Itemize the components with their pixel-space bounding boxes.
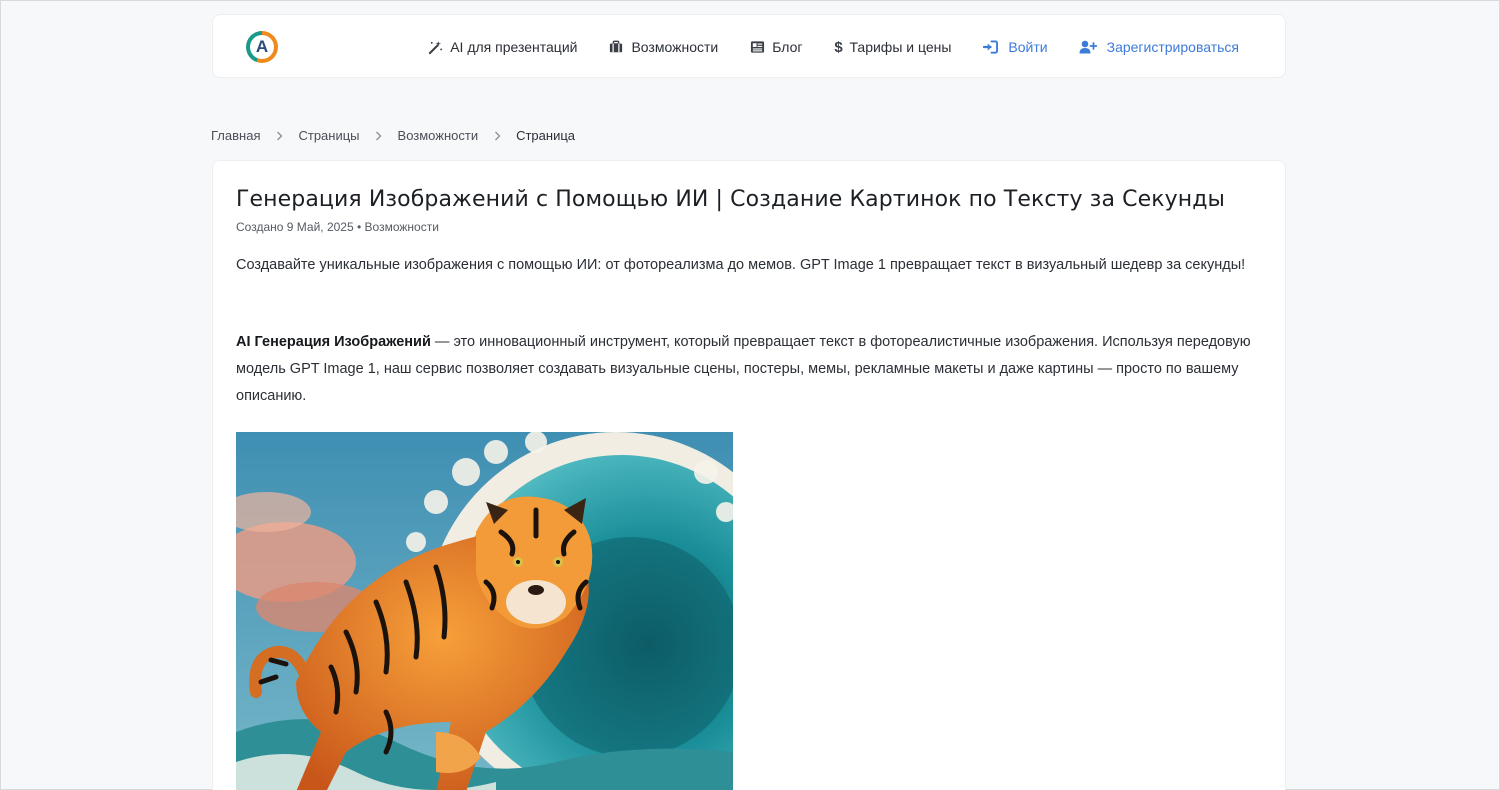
category-link[interactable]: Возможности [365,220,439,234]
briefcase-icon [608,39,624,55]
tiger-wave-image [236,432,733,790]
chevron-right-icon [492,131,502,141]
nav-label: Зарегистрироваться [1106,39,1239,55]
nav-label: Тарифы и цены [849,39,952,55]
main-nav: AI для презентаций Возможности Блог $ Та… [396,15,1239,79]
breadcrumb-pages[interactable]: Страницы [298,128,359,143]
user-plus-icon [1079,39,1098,55]
article-card: Генерация Изображений с Помощью ИИ | Соз… [212,160,1286,790]
breadcrumb-home[interactable]: Главная [211,128,260,143]
nav-label: Возможности [631,39,719,55]
chevron-right-icon [274,131,284,141]
nav-register[interactable]: Зарегистрироваться [1079,39,1239,55]
nav-blog[interactable]: Блог [749,39,802,55]
breadcrumb-current: Страница [516,128,576,143]
newspaper-icon [749,39,765,55]
breadcrumb-features[interactable]: Возможности [398,128,479,143]
magic-wand-icon [427,39,443,55]
sign-in-icon [982,39,998,55]
meta-separator: • [356,220,362,234]
nav-label: Блог [772,39,803,55]
nav-label: AI для презентаций [450,39,578,55]
bold-term: AI Генерация Изображений [236,334,431,350]
created-date: Создано 9 Май, 2025 [236,220,354,234]
intro-paragraph: Создавайте уникальные изображения с помо… [236,257,1246,273]
site-header: A AI для презентаций Возможности Блог $ … [212,14,1286,78]
breadcrumb: Главная Страницы Возможности Страница [211,128,575,143]
logo-letter: A [250,35,274,59]
nav-label: Войти [1008,39,1048,55]
nav-features[interactable]: Возможности [608,39,718,55]
nav-login[interactable]: Войти [982,39,1048,55]
article-meta: Создано 9 Май, 2025 • Возможности [236,220,439,234]
chevron-right-icon [374,131,384,141]
logo-icon[interactable]: A [246,31,278,63]
nav-pricing[interactable]: $ Тарифы и цены [833,38,952,56]
nav-ai-presentations[interactable]: AI для презентаций [427,39,577,55]
dollar-icon: $ [834,38,843,56]
page-title: Генерация Изображений с Помощью ИИ | Соз… [236,187,1226,212]
body-paragraph: AI Генерация Изображений — это инновацио… [236,329,1256,410]
